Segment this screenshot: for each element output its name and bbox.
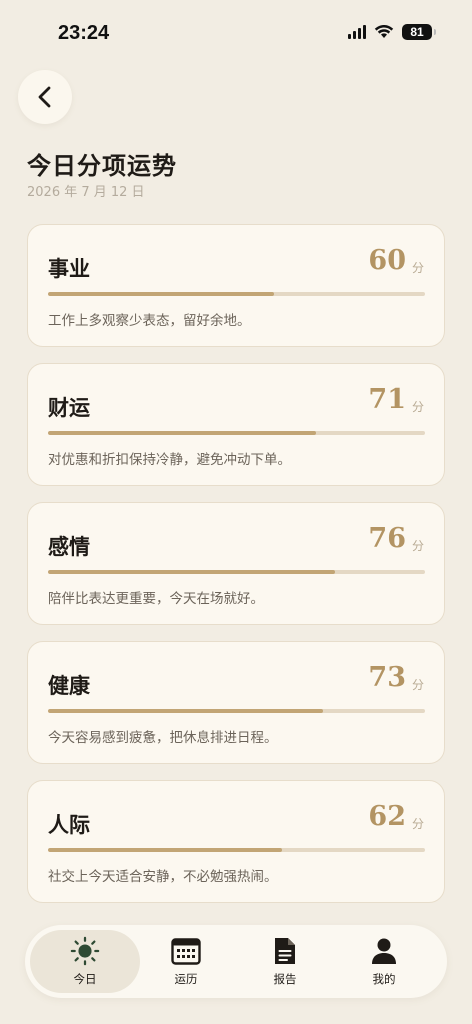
score-unit: 分 — [411, 539, 424, 553]
category-description: 社交上今天适合安静，不必勉强热闹。 — [48, 869, 278, 885]
score-unit: 分 — [411, 261, 424, 275]
chevron-left-icon — [38, 86, 51, 108]
category-name: 健康 — [48, 674, 90, 698]
tab-bar: 今日 运历 报告 我的 — [25, 925, 447, 998]
page-title: 今日分项运势 — [27, 152, 177, 180]
score-bar — [48, 431, 425, 435]
category-name: 感情 — [48, 535, 90, 559]
category-description: 对优惠和折扣保持冷静，避免冲动下单。 — [48, 452, 291, 468]
score-unit: 分 — [411, 678, 424, 692]
category-name: 事业 — [48, 257, 90, 281]
category-score: 62 — [368, 801, 406, 832]
category-score: 60 — [368, 245, 406, 276]
fortune-card[interactable]: 健康 73 分 今天容易感到疲惫，把休息排进日程。 — [27, 641, 445, 764]
category-name: 人际 — [48, 813, 90, 837]
calendar-icon — [171, 936, 201, 966]
score-bar-fill — [48, 848, 282, 852]
score-bar-fill — [48, 292, 275, 296]
tab-profile[interactable]: 我的 — [329, 930, 439, 993]
category-score: 71 — [368, 384, 406, 415]
score-bar — [48, 292, 425, 296]
document-icon — [270, 936, 300, 966]
fortune-card[interactable]: 感情 76 分 陪伴比表达更重要，今天在场就好。 — [27, 502, 445, 625]
tab-label: 报告 — [273, 972, 297, 986]
fortune-card[interactable]: 财运 71 分 对优惠和折扣保持冷静，避免冲动下单。 — [27, 363, 445, 486]
fortune-card[interactable]: 人际 62 分 社交上今天适合安静，不必勉强热闹。 — [27, 780, 445, 903]
score-bar-fill — [48, 709, 324, 713]
back-button[interactable] — [18, 70, 72, 124]
score-unit: 分 — [411, 817, 424, 831]
sun-icon — [70, 936, 100, 966]
battery-level: 81 — [410, 25, 424, 39]
status-icons: 81 — [348, 24, 436, 40]
wifi-icon — [374, 25, 394, 39]
tab-report[interactable]: 报告 — [230, 930, 340, 993]
category-name: 财运 — [48, 396, 90, 420]
score-bar — [48, 709, 425, 713]
category-description: 陪伴比表达更重要，今天在场就好。 — [48, 591, 264, 607]
tab-label: 我的 — [372, 972, 396, 986]
fortune-card[interactable]: 事业 60 分 工作上多观察少表态，留好余地。 — [27, 224, 445, 347]
person-icon — [369, 936, 399, 966]
battery-icon: 81 — [402, 24, 436, 40]
page-date: 2026 年 7 月 12 日 — [27, 185, 145, 200]
score-bar — [48, 848, 425, 852]
score-bar — [48, 570, 425, 574]
category-description: 工作上多观察少表态，留好余地。 — [48, 313, 251, 329]
score-bar-fill — [48, 431, 316, 435]
category-score: 76 — [368, 523, 406, 554]
signal-icon — [348, 25, 366, 39]
category-description: 今天容易感到疲惫，把休息排进日程。 — [48, 730, 278, 746]
score-bar-fill — [48, 570, 335, 574]
fortune-card-list: 事业 60 分 工作上多观察少表态，留好余地。 财运 71 分 对优惠和折扣保持… — [27, 224, 445, 919]
tab-label: 运历 — [174, 972, 198, 986]
score-unit: 分 — [411, 400, 424, 414]
category-score: 73 — [368, 662, 406, 693]
tab-today[interactable]: 今日 — [30, 930, 140, 993]
tab-calendar[interactable]: 运历 — [131, 930, 241, 993]
status-time: 23:24 — [58, 22, 110, 44]
status-bar: 23:24 81 — [0, 0, 472, 70]
tab-label: 今日 — [73, 972, 97, 986]
